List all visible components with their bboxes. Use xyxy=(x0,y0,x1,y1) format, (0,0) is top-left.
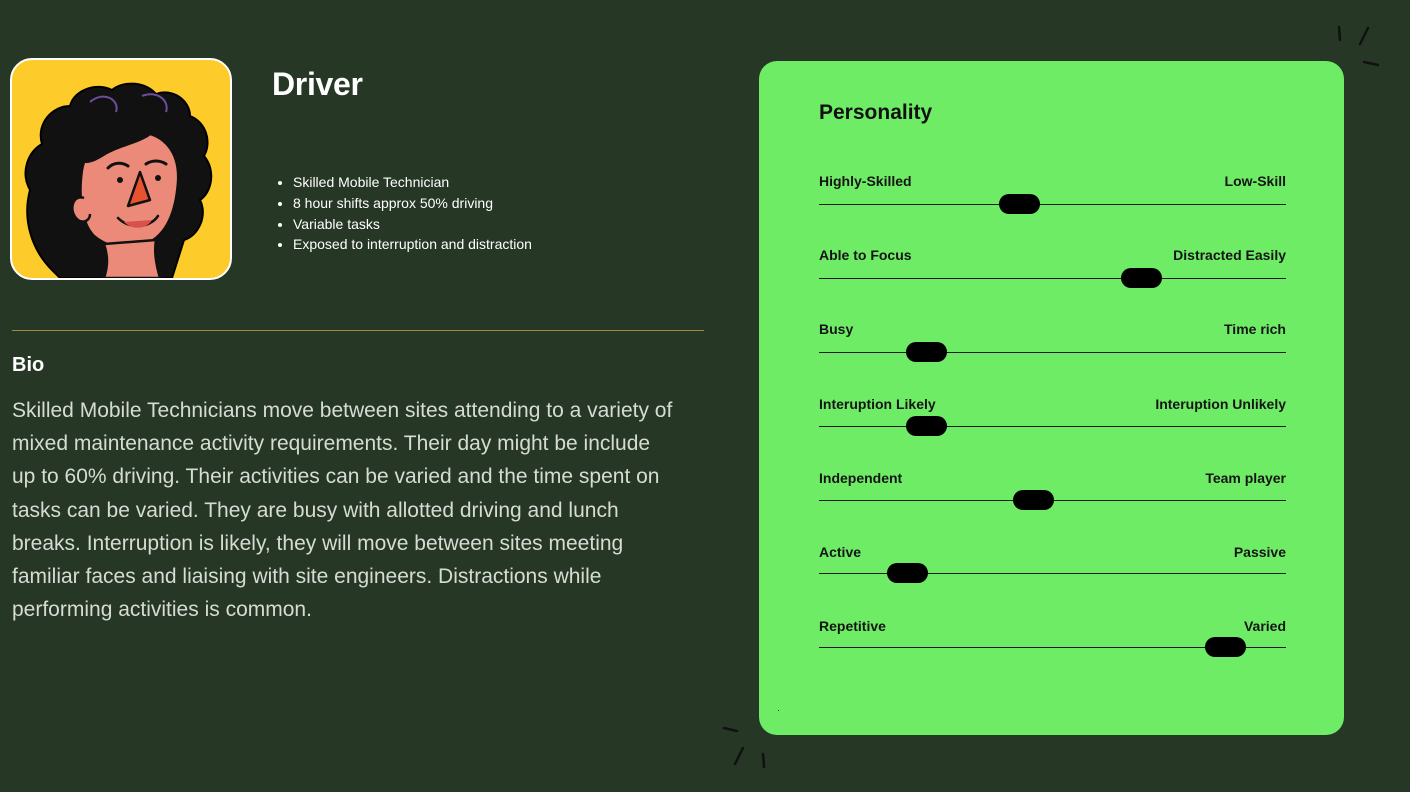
trait-slider-thumb[interactable] xyxy=(887,563,929,583)
sparkle-top-right-icon xyxy=(1337,25,1380,67)
trait-independent-team-player: Independent Team player xyxy=(819,470,1286,510)
trait-track xyxy=(819,204,1286,205)
section-divider xyxy=(12,330,704,331)
trait-left-label: Busy xyxy=(819,321,854,338)
trait-slider-thumb[interactable] xyxy=(905,415,947,436)
persona-fact: Skilled Mobile Technician xyxy=(293,172,532,193)
trait-repetitive-varied: Repetitive Varied xyxy=(819,618,1286,658)
panel-dot xyxy=(778,710,779,711)
trait-busy-time-rich: Busy Time rich xyxy=(819,321,1286,363)
trait-left-label: Active xyxy=(819,544,862,560)
trait-focus-distracted: Able to Focus Distracted Easily xyxy=(819,247,1286,289)
trait-slider-thumb[interactable] xyxy=(905,342,947,363)
trait-right-label: Interuption Unlikely xyxy=(1155,395,1286,412)
bio-heading: Bio xyxy=(12,354,45,376)
trait-left-label: Highly-Skilled xyxy=(819,173,912,189)
trait-interruption: Interuption Likely Interuption Unlikely xyxy=(819,396,1286,436)
personality-title: Personality xyxy=(819,101,933,124)
trait-track xyxy=(819,352,1286,354)
illustrated-face-avatar-icon xyxy=(24,82,213,278)
trait-right-label: Time rich xyxy=(1224,321,1286,338)
trait-left-label: Independent xyxy=(819,469,903,486)
trait-right-label: Team player xyxy=(1205,469,1286,486)
persona-title: Driver xyxy=(272,66,363,102)
bio-text: Skilled Mobile Technicians move between … xyxy=(12,399,673,622)
trait-right-label: Low-Skill xyxy=(1224,173,1286,189)
persona-fact: Exposed to interruption and distraction xyxy=(293,234,532,255)
trait-left-label: Repetitive xyxy=(819,618,886,635)
trait-slider-thumb[interactable] xyxy=(1013,489,1055,510)
persona-fact: 8 hour shifts approx 50% driving xyxy=(293,193,532,214)
trait-slider-thumb[interactable] xyxy=(1120,268,1162,289)
persona-avatar xyxy=(10,58,232,280)
trait-active-passive: Active Passive xyxy=(819,544,1286,584)
trait-track xyxy=(819,425,1286,427)
trait-right-label: Varied xyxy=(1243,618,1286,635)
trait-right-label: Distracted Easily xyxy=(1173,247,1286,264)
persona-facts-list: Skilled Mobile Technician 8 hour shifts … xyxy=(277,172,532,255)
persona-fact: Variable tasks xyxy=(293,214,532,235)
trait-left-label: Interuption Likely xyxy=(819,395,936,412)
trait-left-label: Able to Focus xyxy=(819,247,912,264)
trait-track xyxy=(819,278,1286,280)
trait-right-label: Passive xyxy=(1233,544,1286,560)
trait-slider-thumb[interactable] xyxy=(999,194,1041,214)
trait-highly-skilled-low-skill: Highly-Skilled Low-Skill xyxy=(819,173,1286,214)
trait-slider-thumb[interactable] xyxy=(1204,637,1246,658)
personality-panel: Personality Highly-Skilled Low-Skill Abl… xyxy=(759,61,1344,735)
